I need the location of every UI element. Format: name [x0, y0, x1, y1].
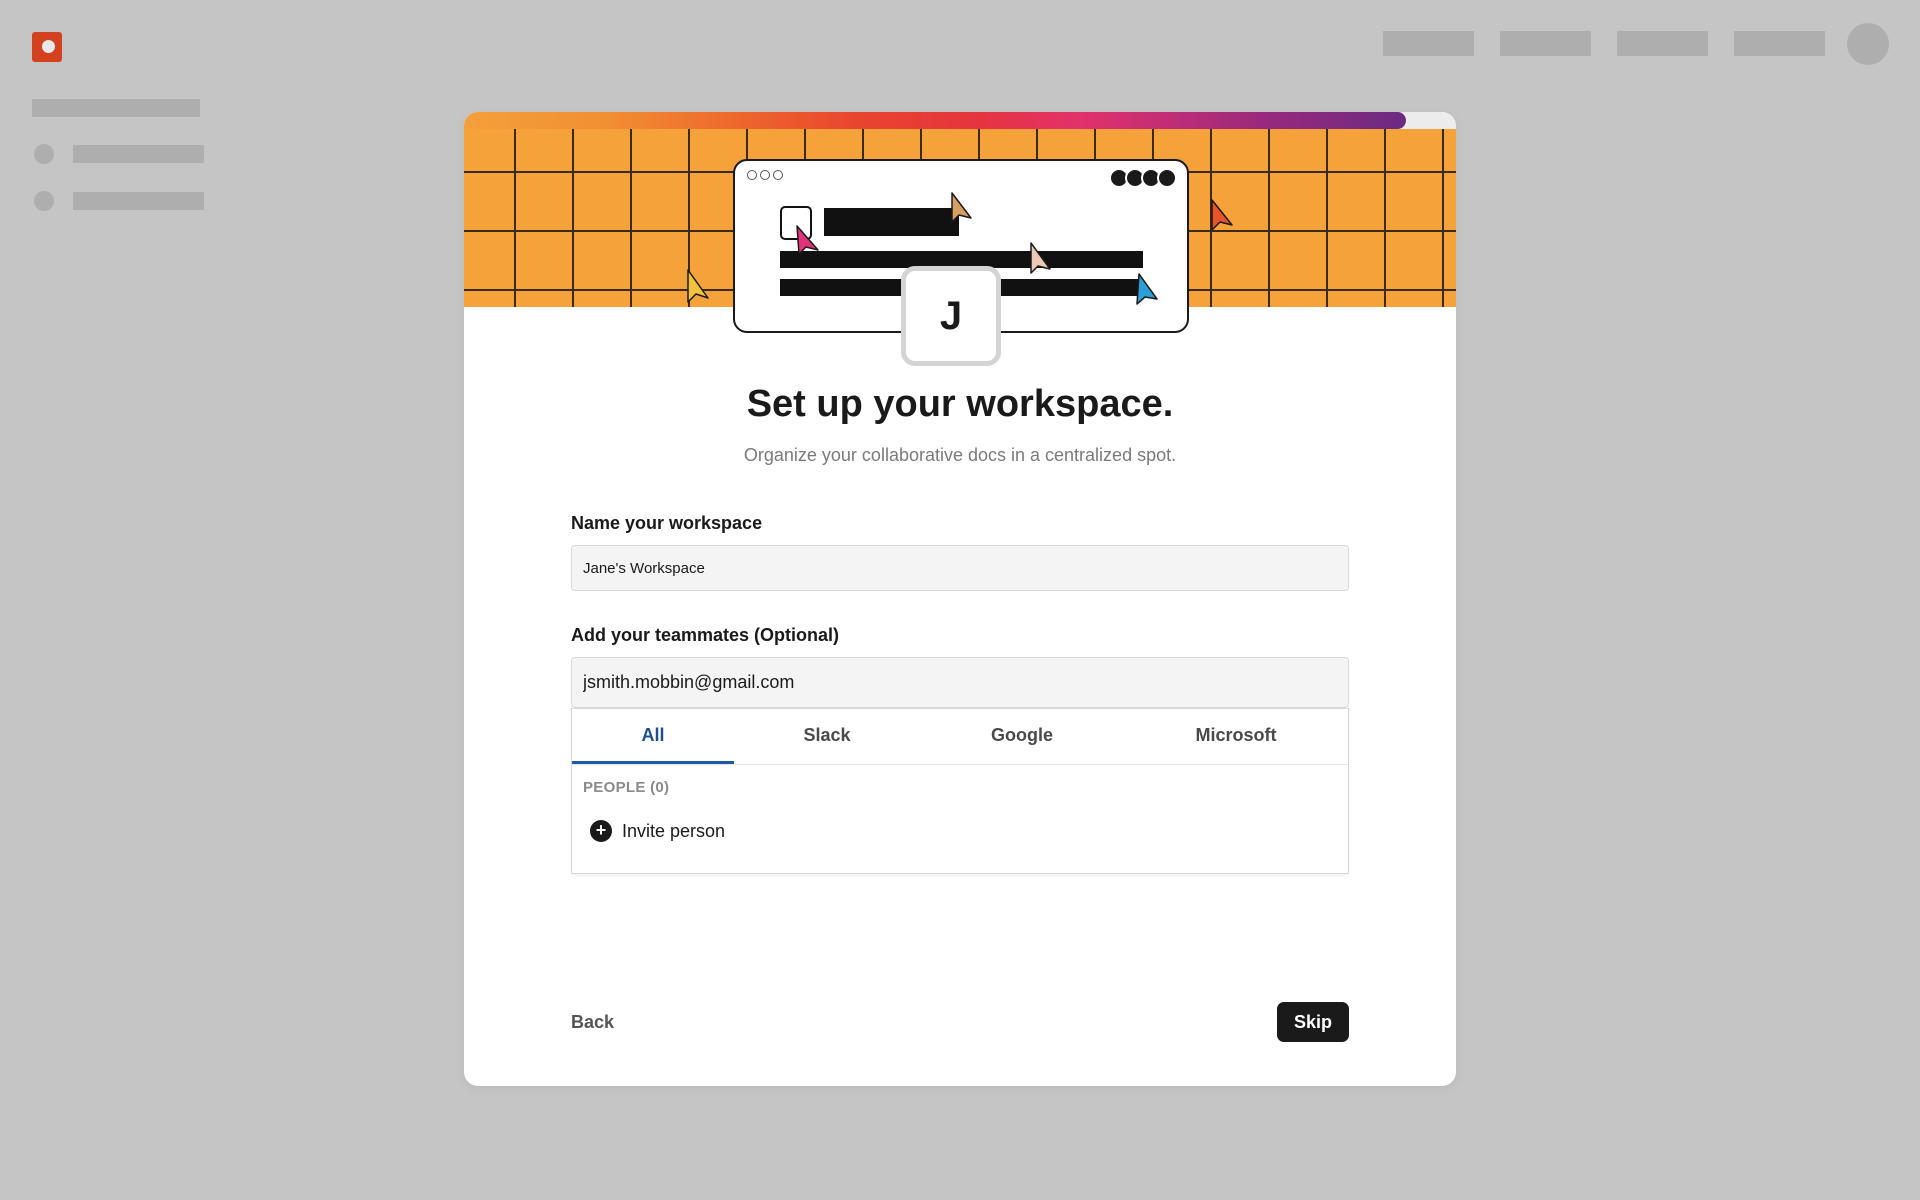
onboarding-progress-fill — [464, 112, 1407, 129]
teammates-input[interactable] — [571, 657, 1349, 708]
tab-google[interactable]: Google — [920, 709, 1124, 764]
workspace-avatar: J — [901, 266, 1001, 366]
page-subtitle: Organize your collaborative docs in a ce… — [743, 445, 1177, 465]
app-logo-icon — [32, 32, 62, 62]
sidebar-skeleton-heading — [32, 99, 200, 117]
plus-circle-icon: + — [590, 820, 612, 842]
source-tabs: All Slack Google Microsoft — [572, 709, 1348, 765]
workspace-name-label: Name your workspace — [571, 513, 763, 533]
sidebar-skeleton-item — [73, 145, 204, 163]
tab-slack[interactable]: Slack — [734, 709, 920, 764]
people-section-header: PEOPLE (0) — [583, 779, 670, 796]
cursor-yellow-icon — [687, 269, 709, 303]
cursor-tan-icon — [951, 192, 972, 223]
page-title: Set up your workspace. — [746, 383, 1174, 425]
workspace-name-input[interactable] — [571, 545, 1349, 591]
header-skeleton-item — [1500, 31, 1591, 56]
setup-workspace-modal: J Set up your workspace. Organize your c… — [464, 112, 1456, 1086]
invite-person-label: Invite person — [622, 820, 726, 841]
teammates-dropdown: All Slack Google Microsoft PEOPLE (0) + … — [571, 708, 1349, 874]
back-button[interactable]: Back — [571, 1012, 614, 1033]
invite-person-item[interactable]: + Invite person — [590, 820, 725, 842]
tab-all[interactable]: All — [572, 709, 734, 764]
tab-microsoft[interactable]: Microsoft — [1124, 709, 1348, 764]
sidebar-skeleton-dot — [34, 191, 54, 211]
header-skeleton-avatar — [1847, 23, 1889, 65]
teammates-label: Add your teammates (Optional) — [571, 625, 840, 645]
cursor-orange-icon — [1211, 199, 1233, 231]
header-skeleton-item — [1383, 31, 1474, 56]
header-skeleton-item — [1734, 31, 1825, 56]
cursor-peach-icon — [1030, 242, 1051, 274]
header-skeleton-item — [1617, 31, 1708, 56]
cursor-blue-icon — [1136, 273, 1158, 305]
cursor-pink-icon — [796, 225, 819, 255]
sidebar-skeleton-dot — [34, 144, 54, 164]
skip-button[interactable]: Skip — [1277, 1002, 1349, 1042]
sidebar-skeleton-item — [73, 192, 204, 210]
onboarding-progress-bar — [464, 112, 1456, 129]
